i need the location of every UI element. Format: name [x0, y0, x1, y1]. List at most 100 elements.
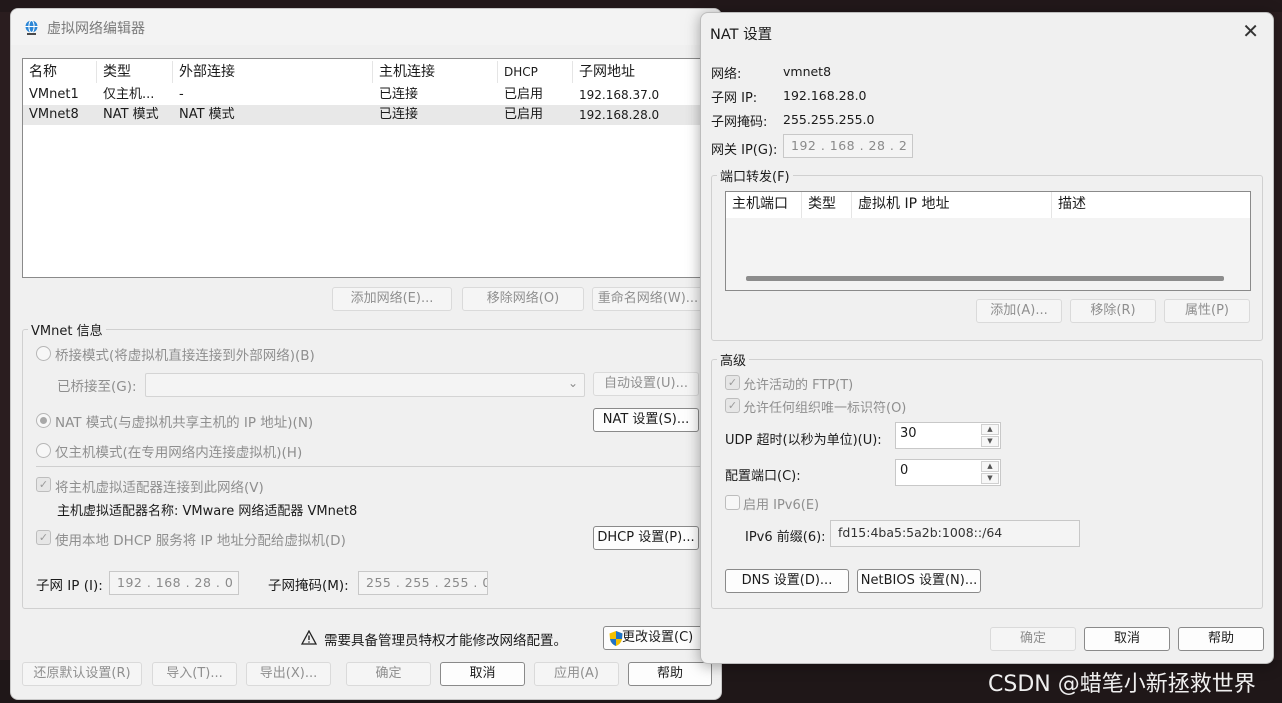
udp-timeout-label: UDP 超时(以秒为单位)(U): [725, 433, 882, 448]
network-globe-icon [25, 20, 38, 35]
udp-timeout-value: 30 [900, 426, 917, 441]
subnet-ip-value: 192.168.28.0 [783, 88, 867, 103]
config-port-label: 配置端口(C): [725, 469, 801, 484]
udp-timeout-stepper[interactable]: 30 ▲ ▼ [895, 422, 1001, 449]
column-type[interactable]: 类型 [802, 192, 852, 218]
enable-ipv6-checkbox[interactable] [725, 495, 740, 510]
bridged-mode-radio[interactable] [36, 346, 51, 361]
table-row-selected[interactable]: VMnet8 NAT 模式 NAT 模式 已连接 已启用 192.168.28.… [23, 105, 711, 125]
spin-up-icon[interactable]: ▲ [981, 461, 999, 472]
connect-host-adapter-label: 将主机虚拟适配器连接到此网络(V) [55, 480, 264, 496]
column-host-port[interactable]: 主机端口 [726, 192, 802, 218]
network-value: vmnet8 [783, 64, 832, 79]
window-title: 虚拟网络编辑器 [47, 21, 145, 37]
ok-button[interactable]: 确定 [346, 662, 431, 686]
subnet-mask-value: 255.255.255.0 [783, 112, 875, 127]
allow-ftp-checkbox[interactable]: ✓ [725, 375, 740, 390]
divider [36, 466, 700, 467]
add-port-button[interactable]: 添加(A)... [976, 299, 1062, 323]
auto-settings-button[interactable]: 自动设置(U)... [593, 372, 699, 396]
admin-notice: 需要具备管理员特权才能修改网络配置。 [324, 633, 567, 649]
allow-oui-checkbox[interactable]: ✓ [725, 398, 740, 413]
properties-button[interactable]: 属性(P) [1164, 299, 1250, 323]
subnet-ip-label: 子网 IP: [711, 91, 758, 106]
cell-type: NAT 模式 [103, 107, 159, 122]
remove-port-button[interactable]: 移除(R) [1070, 299, 1156, 323]
list-header: 名称 类型 外部连接 主机连接 DHCP 子网地址 [23, 59, 711, 83]
subnet-mask-field[interactable]: 255 . 255 . 255 . 0 [358, 571, 488, 595]
column-vm-ip[interactable]: 虚拟机 IP 地址 [852, 192, 1052, 218]
network-label: 网络: [711, 67, 742, 82]
export-button[interactable]: 导出(X)... [246, 662, 331, 686]
virtual-network-editor-window: 虚拟网络编辑器 名称 类型 外部连接 主机连接 DHCP 子网地址 VMnet1… [10, 8, 722, 700]
vmnet-info-label: VMnet 信息 [28, 320, 106, 339]
port-forwarding-table[interactable]: 主机端口 类型 虚拟机 IP 地址 描述 [725, 191, 1251, 291]
cancel-button[interactable]: 取消 [1084, 627, 1170, 651]
use-dhcp-checkbox[interactable]: ✓ [36, 530, 51, 545]
connect-host-adapter-checkbox[interactable]: ✓ [36, 477, 51, 492]
port-forwarding-label: 端口转发(F) [717, 166, 793, 185]
cell-host: 已连接 [379, 107, 419, 122]
help-button[interactable]: 帮助 [1178, 627, 1264, 651]
vmnet-info-group [22, 329, 712, 609]
restore-defaults-button[interactable]: 还原默认设置(R) [22, 662, 142, 686]
cell-dhcp: 已启用 [504, 87, 544, 102]
nat-mode-radio[interactable] [36, 413, 51, 428]
uac-shield-icon [609, 631, 623, 646]
cell-type: 仅主机... [103, 87, 155, 102]
spin-down-icon[interactable]: ▼ [981, 473, 999, 484]
spinner[interactable]: ▲ ▼ [981, 424, 999, 447]
spin-up-icon[interactable]: ▲ [981, 424, 999, 435]
bridged-mode-label: 桥接模式(将虚拟机直接连接到外部网络)(B) [55, 348, 315, 364]
spin-down-icon[interactable]: ▼ [981, 436, 999, 447]
enable-ipv6-label: 启用 IPv6(E) [743, 498, 820, 513]
ok-button[interactable]: 确定 [990, 627, 1076, 651]
subnet-mask-label: 子网掩码(M): [268, 578, 349, 594]
dns-settings-button[interactable]: DNS 设置(D)... [725, 569, 849, 593]
column-host[interactable]: 主机连接 [373, 61, 498, 83]
cell-host: 已连接 [379, 87, 419, 102]
network-list[interactable]: 名称 类型 外部连接 主机连接 DHCP 子网地址 VMnet1 仅主机... … [22, 58, 712, 278]
host-adapter-name: 主机虚拟适配器名称: VMware 网络适配器 VMnet8 [57, 504, 358, 519]
close-icon[interactable]: ✕ [1242, 19, 1259, 43]
column-subnet[interactable]: 子网地址 [573, 61, 713, 83]
config-port-stepper[interactable]: 0 ▲ ▼ [895, 459, 1001, 486]
nat-mode-label: NAT 模式(与虚拟机共享主机的 IP 地址)(N) [55, 415, 314, 431]
nat-settings-dialog: NAT 设置 ✕ 网络: vmnet8 子网 IP: 192.168.28.0 … [700, 12, 1274, 664]
table-row[interactable]: VMnet1 仅主机... - 已连接 已启用 192.168.37.0 [23, 85, 711, 105]
title-bar[interactable]: 虚拟网络编辑器 [11, 9, 721, 45]
column-name[interactable]: 名称 [23, 61, 97, 83]
help-button[interactable]: 帮助 [628, 662, 712, 686]
add-network-button[interactable]: 添加网络(E)... [332, 287, 452, 311]
spinner[interactable]: ▲ ▼ [981, 461, 999, 484]
apply-button[interactable]: 应用(A) [534, 662, 619, 686]
allow-ftp-label: 允许活动的 FTP(T) [743, 378, 854, 393]
subnet-ip-label: 子网 IP (I): [36, 578, 103, 594]
change-settings-label: 更改设置(C) [622, 630, 694, 645]
netbios-settings-button[interactable]: NetBIOS 设置(N)... [857, 569, 981, 593]
cell-external: - [179, 87, 184, 102]
bridged-to-label: 已桥接至(G): [57, 379, 137, 395]
column-external[interactable]: 外部连接 [173, 61, 373, 83]
ipv6-prefix-field[interactable]: fd15:4ba5:5a2b:1008::/64 [830, 520, 1080, 547]
gateway-label: 网关 IP(G): [711, 143, 778, 158]
column-type[interactable]: 类型 [97, 61, 173, 83]
cancel-button[interactable]: 取消 [440, 662, 525, 686]
host-only-mode-label: 仅主机模式(在专用网络内连接虚拟机)(H) [55, 445, 303, 461]
cell-subnet: 192.168.37.0 [579, 88, 660, 102]
import-button[interactable]: 导入(T)... [152, 662, 237, 686]
column-description[interactable]: 描述 [1052, 192, 1252, 218]
horizontal-scrollbar[interactable] [746, 276, 1224, 281]
gateway-ip-field[interactable]: 192 . 168 . 28 . 2 [783, 134, 913, 158]
remove-network-button[interactable]: 移除网络(O) [462, 287, 584, 311]
config-port-value: 0 [900, 463, 909, 478]
subnet-mask-label: 子网掩码: [711, 115, 768, 130]
nat-settings-button[interactable]: NAT 设置(S)... [593, 408, 699, 432]
host-only-mode-radio[interactable] [36, 443, 51, 458]
rename-network-button[interactable]: 重命名网络(W)... [592, 287, 704, 311]
subnet-ip-field[interactable]: 192 . 168 . 28 . 0 [109, 571, 239, 595]
dhcp-settings-button[interactable]: DHCP 设置(P)... [593, 526, 699, 550]
bridged-to-select[interactable]: ⌄ [145, 373, 585, 397]
change-settings-button[interactable]: 更改设置(C) [603, 626, 715, 650]
column-dhcp[interactable]: DHCP [498, 61, 573, 83]
